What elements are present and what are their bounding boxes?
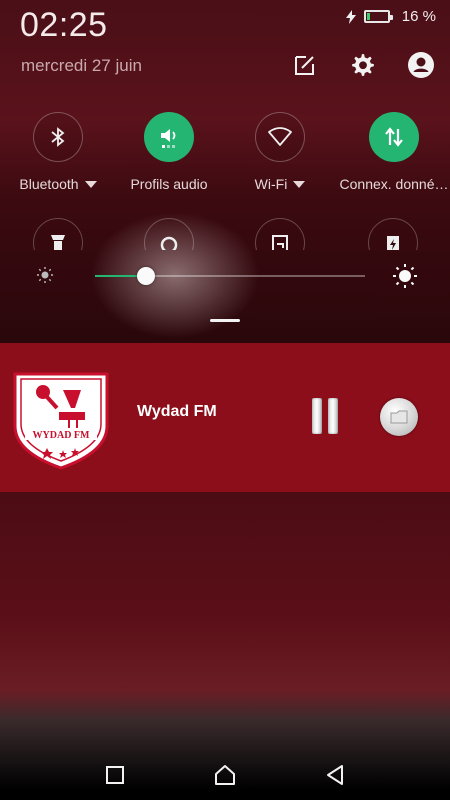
tile-label: Profils audio bbox=[130, 176, 208, 192]
recents-square-icon[interactable] bbox=[100, 760, 130, 790]
flashlight-icon[interactable] bbox=[33, 218, 83, 250]
tile-label: Wi-Fi bbox=[254, 176, 288, 192]
chevron-down-icon[interactable] bbox=[293, 180, 306, 188]
folder-icon bbox=[390, 410, 408, 424]
wifi-icon[interactable] bbox=[255, 112, 305, 162]
close-player-button[interactable] bbox=[380, 398, 418, 436]
status-bar: 02:25 16 % bbox=[0, 0, 450, 44]
chevron-down-icon[interactable] bbox=[84, 180, 97, 188]
battery-fill bbox=[366, 13, 370, 20]
charging-bolt-icon bbox=[345, 9, 356, 24]
tile-wifi[interactable]: Wi-Fi bbox=[225, 112, 335, 192]
tile-label: Connex. donné… bbox=[339, 176, 449, 192]
brightness-high-icon bbox=[393, 264, 417, 288]
home-icon[interactable] bbox=[210, 760, 240, 790]
wydad-fm-logo: WYDAD FM bbox=[13, 372, 109, 470]
brightness-control bbox=[0, 262, 450, 292]
media-notification[interactable]: WYDAD FM Wydad FM bbox=[0, 343, 450, 492]
bluetooth-icon[interactable] bbox=[33, 112, 83, 162]
clock: 02:25 bbox=[20, 6, 108, 44]
date-label: mercredi 27 juin bbox=[21, 56, 142, 75]
battery-indicator: 16 % bbox=[345, 8, 436, 25]
navigation-bar bbox=[0, 750, 450, 800]
logo-text: WYDAD FM bbox=[33, 430, 90, 441]
brightness-low-icon bbox=[37, 267, 53, 283]
battery-icon bbox=[363, 10, 393, 23]
pause-icon bbox=[328, 398, 338, 434]
tile-label: Bluetooth bbox=[19, 176, 79, 192]
sound-profile-icon[interactable] bbox=[144, 112, 194, 162]
battery-percent: 16 % bbox=[401, 8, 436, 25]
mobile-data-icon[interactable] bbox=[369, 112, 419, 162]
rotation-icon[interactable] bbox=[144, 218, 194, 250]
back-icon[interactable] bbox=[320, 760, 350, 790]
panel-expand-handle[interactable] bbox=[210, 319, 240, 322]
tile-mobile-data[interactable]: Connex. donné… bbox=[339, 112, 449, 192]
brightness-slider-thumb[interactable] bbox=[137, 267, 155, 285]
settings-gear-icon[interactable] bbox=[348, 50, 378, 80]
pause-button[interactable] bbox=[306, 398, 344, 436]
account-icon[interactable] bbox=[406, 50, 436, 80]
edit-icon[interactable] bbox=[290, 50, 320, 80]
quick-tiles-row2 bbox=[0, 218, 450, 250]
battery-saver-icon[interactable] bbox=[368, 218, 418, 250]
tile-audio-profiles[interactable]: Profils audio bbox=[114, 112, 224, 192]
screen-cast-icon[interactable] bbox=[255, 218, 305, 250]
pause-icon bbox=[312, 398, 322, 434]
tile-bluetooth[interactable]: Bluetooth bbox=[3, 112, 113, 192]
brightness-slider[interactable] bbox=[95, 275, 365, 277]
header-actions bbox=[290, 50, 436, 80]
station-title: Wydad FM bbox=[137, 403, 217, 420]
